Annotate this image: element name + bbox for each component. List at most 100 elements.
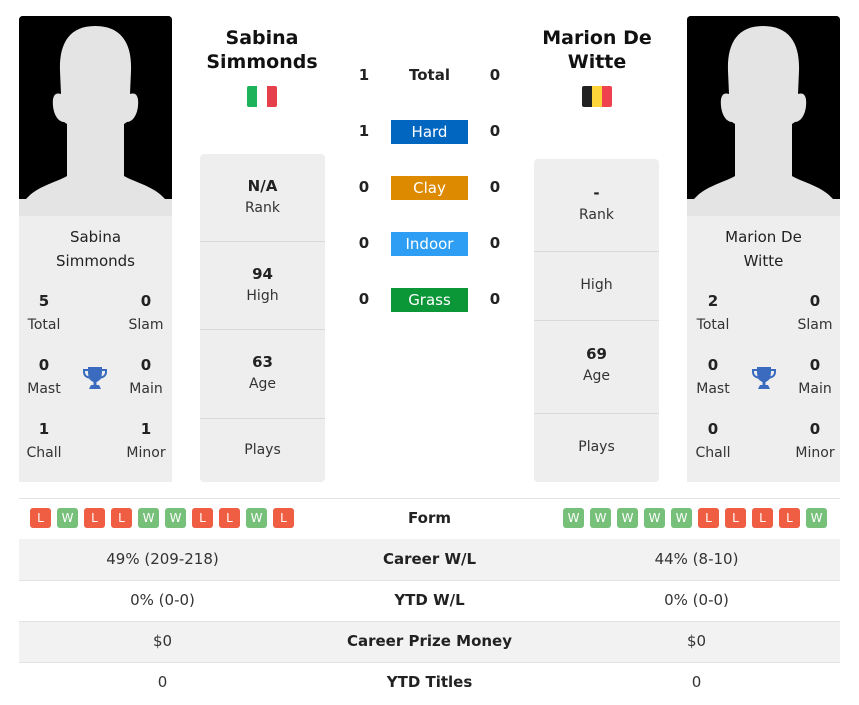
divider (200, 418, 325, 419)
form-loss-badge[interactable]: L (219, 508, 240, 528)
h2h-hard-p1: 1 (358, 122, 370, 140)
player2-high: High (580, 277, 613, 293)
h2h-grass-p2: 0 (489, 290, 501, 308)
player2-value: 0 (691, 673, 702, 691)
player1-total-titles: 5 Total (27, 292, 61, 333)
form-loss-badge[interactable]: L (779, 508, 800, 528)
form-win-badge[interactable]: W (563, 508, 584, 528)
form-win-badge[interactable]: W (617, 508, 638, 528)
player2-rank-panel: - Rank High 69 Age Plays (534, 159, 659, 482)
player2-value: 0% (0-0) (664, 591, 729, 609)
silhouette-avatar-icon (687, 16, 840, 216)
surface-grass-badge[interactable]: Grass (391, 288, 468, 312)
trophy-icon (83, 367, 107, 389)
player2-titles-card: Marion De Witte 2 Total 0 Slam 0 Mast 0 … (687, 216, 840, 482)
player2-name-heading[interactable]: Marion De Witte (517, 26, 677, 74)
player1-form: LWLLWWLLWL (30, 508, 294, 528)
row-label: YTD Titles (386, 673, 473, 691)
comparison-row-ytd-titles: 0 YTD Titles 0 (19, 662, 840, 703)
divider (19, 662, 840, 663)
player2-card-name[interactable]: Marion De Witte (687, 225, 840, 273)
form-loss-badge[interactable]: L (111, 508, 132, 528)
player2-minor-titles: 0 Minor (795, 420, 835, 461)
player2-slam-titles: 0 Slam (797, 292, 833, 333)
h2h-indoor-p1: 0 (358, 234, 370, 252)
flag-stripe (602, 86, 612, 107)
form-loss-badge[interactable]: L (698, 508, 719, 528)
player1-avatar (19, 16, 172, 216)
form-loss-badge[interactable]: L (30, 508, 51, 528)
player2-chall-titles: 0 Chall (695, 420, 731, 461)
comparison-row-ytd-wl: 0% (0-0) YTD W/L 0% (0-0) (19, 580, 840, 621)
form-loss-badge[interactable]: L (84, 508, 105, 528)
player2-value: $0 (686, 632, 707, 650)
player1-mast-titles: 0 Mast (27, 356, 61, 397)
h2h-clay-p1: 0 (358, 178, 370, 196)
divider (534, 413, 659, 414)
belgium-flag-icon (582, 86, 612, 107)
flag-stripe (592, 86, 602, 107)
divider (19, 621, 840, 622)
flag-stripe (267, 86, 277, 107)
h2h-indoor-p2: 0 (489, 234, 501, 252)
form-loss-badge[interactable]: L (273, 508, 294, 528)
h2h-clay-p2: 0 (489, 178, 501, 196)
surface-clay-badge[interactable]: Clay (391, 176, 468, 200)
player2-form: WWWWWLLLLW (563, 508, 827, 528)
form-loss-badge[interactable]: L (192, 508, 213, 528)
divider (534, 320, 659, 321)
divider (19, 580, 840, 581)
form-win-badge[interactable]: W (138, 508, 159, 528)
surface-hard-badge[interactable]: Hard (391, 120, 468, 144)
player1-titles-card: Sabina Simmonds 5 Total 0 Slam 0 Mast 0 … (19, 216, 172, 482)
comparison-row-prize-money: $0 Career Prize Money $0 (19, 621, 840, 662)
trophy-icon (752, 367, 776, 389)
player2-mast-titles: 0 Mast (696, 356, 730, 397)
italy-flag-icon (247, 86, 277, 107)
player1-high: 94 High (246, 265, 279, 304)
divider (19, 498, 840, 499)
form-win-badge[interactable]: W (644, 508, 665, 528)
divider (534, 251, 659, 252)
form-win-badge[interactable]: W (57, 508, 78, 528)
player1-name-heading[interactable]: Sabina Simmonds (182, 26, 342, 74)
player1-chall-titles: 1 Chall (26, 420, 62, 461)
player1-minor-titles: 1 Minor (126, 420, 166, 461)
player1-value: 0% (0-0) (130, 591, 195, 609)
silhouette-avatar-icon (19, 16, 172, 216)
flag-stripe (582, 86, 592, 107)
player2-avatar (687, 16, 840, 216)
row-label: YTD W/L (394, 591, 465, 609)
form-loss-badge[interactable]: L (752, 508, 773, 528)
player1-value: 49% (209-218) (106, 550, 219, 568)
h2h-total-p1: 1 (358, 66, 370, 84)
player2-plays: Plays (578, 439, 615, 455)
player1-plays: Plays (244, 442, 281, 458)
surface-indoor-badge[interactable]: Indoor (391, 232, 468, 256)
form-label: Form (408, 509, 451, 527)
form-win-badge[interactable]: W (165, 508, 186, 528)
player1-main-titles: 0 Main (129, 356, 163, 397)
h2h-grass-p1: 0 (358, 290, 370, 308)
form-win-badge[interactable]: W (806, 508, 827, 528)
form-loss-badge[interactable]: L (725, 508, 746, 528)
player2-rank: - Rank (579, 184, 614, 223)
divider (200, 329, 325, 330)
form-win-badge[interactable]: W (671, 508, 692, 528)
comparison-row-career-wl: 49% (209-218) Career W/L 44% (8-10) (19, 539, 840, 580)
h2h-hard-p2: 0 (489, 122, 501, 140)
flag-stripe (247, 86, 257, 107)
player1-value: $0 (152, 632, 173, 650)
flag-stripe (257, 86, 267, 107)
divider (200, 241, 325, 242)
player2-total-titles: 2 Total (696, 292, 730, 333)
row-label: Career W/L (382, 550, 477, 568)
player2-value: 44% (8-10) (654, 550, 739, 568)
h2h-total-p2: 0 (489, 66, 501, 84)
form-win-badge[interactable]: W (590, 508, 611, 528)
player1-card-name[interactable]: Sabina Simmonds (19, 225, 172, 273)
form-win-badge[interactable]: W (246, 508, 267, 528)
player1-rank-panel: N/A Rank 94 High 63 Age Plays (200, 154, 325, 482)
player2-age: 69 Age (582, 345, 611, 384)
player2-main-titles: 0 Main (798, 356, 832, 397)
